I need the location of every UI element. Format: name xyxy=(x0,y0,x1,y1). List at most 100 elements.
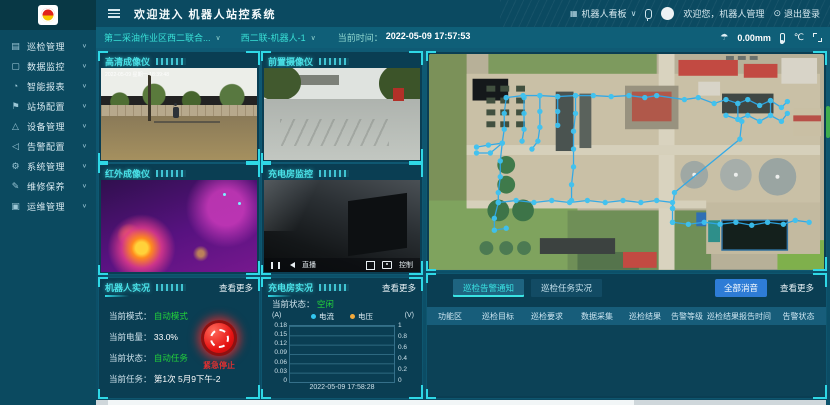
sidebar-item-label: 系统管理 xyxy=(27,160,65,173)
sidebar-item-label: 数据监控 xyxy=(27,60,65,73)
hd-camera-feed[interactable]: 2022-05-09 星期一 18:39:48 xyxy=(101,68,257,160)
sidebar-item-alarm-config[interactable]: ◁ 告警配置 ∨ xyxy=(0,136,96,156)
aerial-map[interactable] xyxy=(429,54,824,270)
panel-facility-map xyxy=(427,52,826,270)
current-time: 当前时间： 2022-05-09 17:57:53 xyxy=(338,31,471,44)
video-fullscreen-icon[interactable] xyxy=(366,261,375,270)
horizontal-scrollbar-thumb[interactable] xyxy=(108,400,634,405)
pause-icon[interactable] xyxy=(271,262,280,269)
charge-room-camera-feed[interactable]: 直播 控制 xyxy=(264,180,420,272)
chevron-down-icon: ∨ xyxy=(82,83,87,89)
sidebar-item-device-management[interactable]: △ 设备管理 ∨ xyxy=(0,116,96,136)
fullscreen-icon[interactable] xyxy=(813,33,822,42)
chevron-down-icon: ∨ xyxy=(631,9,637,18)
alarm-icon: ◁ xyxy=(10,141,21,152)
front-camera-feed[interactable] xyxy=(264,68,420,160)
temperature-unit: ℃ xyxy=(794,32,804,43)
task-label: 当前任务： xyxy=(109,374,152,384)
right-axis-ticks: 10.8 0.60.4 0.20 xyxy=(396,322,418,384)
wrench-icon: ✎ xyxy=(10,181,21,192)
welcome-text: 欢迎您，机器人管理 xyxy=(683,7,764,20)
panel-title: 机器人实况 xyxy=(105,281,150,294)
legend-voltage[interactable]: 电压 xyxy=(350,311,373,322)
charge-state-value: 空闲 xyxy=(317,299,334,309)
chevron-down-icon: ∨ xyxy=(82,143,87,149)
sidebar-item-system-management[interactable]: ⚙ 系统管理 ∨ xyxy=(0,156,96,176)
infrared-camera-feed[interactable] xyxy=(101,180,257,272)
panel-title: 高清成像仪 xyxy=(105,55,150,68)
barcode-decoration xyxy=(156,58,186,65)
chart-legend: 电流 电压 xyxy=(262,311,422,322)
sidebar-item-data-monitoring[interactable]: ▢ 数据监控 ∨ xyxy=(0,56,96,76)
estop-arrows-icon xyxy=(210,329,229,348)
emergency-stop-button[interactable]: 紧急停止 xyxy=(193,320,245,371)
speaker-muted-icon[interactable] xyxy=(287,262,295,268)
chart-x-axis-label: 2022-05-09 17:58:28 xyxy=(262,384,422,391)
barcode-decoration xyxy=(319,284,349,291)
charge-state-row: 当前状态： 空闲 xyxy=(272,298,334,310)
chevron-down-icon: ∨ xyxy=(82,163,87,169)
voltage-dot-icon xyxy=(350,314,355,319)
panel-title: 红外成像仪 xyxy=(105,167,150,180)
sidebar-item-label: 告警配置 xyxy=(27,140,65,153)
battery-label: 当前电量： xyxy=(109,332,152,342)
sidebar-item-label: 设备管理 xyxy=(27,120,65,133)
sidebar-menu: ▤ 巡检管理 ∨ ▢ 数据监控 ∨ ◔ 智能报表 ∨ ⚑ 站场配置 ∨ △ 设备… xyxy=(0,30,96,216)
tab-task-live[interactable]: 巡检任务实况 xyxy=(531,279,602,297)
thermometer-icon xyxy=(780,33,785,43)
fire-cabinet xyxy=(393,88,404,101)
area-select[interactable]: 第二采油作业区西二联合... ∨ xyxy=(104,31,221,44)
logout-button[interactable]: ⊙ 退出登录 xyxy=(773,7,820,20)
sidebar-item-smart-reports[interactable]: ◔ 智能报表 ∨ xyxy=(0,76,96,96)
device-icon: △ xyxy=(10,121,21,132)
panel-title: 充电房监控 xyxy=(268,167,313,180)
charge-state-label: 当前状态： xyxy=(272,299,315,309)
col-result: 巡检结果 xyxy=(623,311,667,322)
kanban-label: 机器人看板 xyxy=(582,7,627,20)
chevron-down-icon: ∨ xyxy=(82,63,87,69)
battery-value: 33.0% xyxy=(154,332,178,342)
charge-chart-plot-area xyxy=(289,325,395,383)
main-content: 高清成像仪 2022-05-09 星期一 18:39:48 前置摄像仪 xyxy=(96,48,830,400)
mic-icon[interactable] xyxy=(645,9,652,19)
gear-icon: ⚙ xyxy=(10,161,21,172)
robot-kanban-dropdown[interactable]: ▦ 机器人看板 ∨ xyxy=(570,7,636,20)
barcode-decoration xyxy=(156,284,186,291)
barcode-decoration xyxy=(319,170,349,177)
sidebar-item-maintenance[interactable]: ✎ 维修保养 ∨ xyxy=(0,176,96,196)
camera-timestamp-overlay: 2022-05-09 星期一 18:39:48 xyxy=(105,70,169,78)
alarm-more-link[interactable]: 查看更多 xyxy=(780,282,814,294)
col-function-area: 功能区 xyxy=(427,311,473,322)
sidebar-item-ops-management[interactable]: ▣ 运维管理 ∨ xyxy=(0,196,96,216)
robot-task-row: 当前任务： 第1次 5月9下午-2 xyxy=(109,373,221,385)
chevron-down-icon: ∨ xyxy=(216,34,221,42)
sidebar-item-label: 维修保养 xyxy=(27,180,65,193)
col-requirement: 巡检要求 xyxy=(523,311,571,322)
sidebar-item-label: 站场配置 xyxy=(27,100,65,113)
monitor-icon: ▢ xyxy=(10,61,21,72)
panel-charge-room-camera: 充电房监控 直播 控制 xyxy=(262,164,422,274)
menu-collapse-icon[interactable] xyxy=(108,9,120,18)
rainfall-value: 0.00mm xyxy=(737,33,771,43)
panel-charge-status: 充电房实况 查看更多 当前状态： 空闲 (A) 电流 电压 (V) 0.180.… xyxy=(262,278,422,398)
horizontal-scrollbar[interactable] xyxy=(96,400,826,405)
robot-select[interactable]: 西二联-机器人-1 ∨ xyxy=(241,31,316,44)
legend-current[interactable]: 电流 xyxy=(311,311,334,322)
chevron-down-icon: ∨ xyxy=(311,34,316,42)
app-title: 欢迎进入 机器人站控系统 xyxy=(134,6,276,22)
mute-all-button[interactable]: 全部消音 xyxy=(715,279,767,297)
chevron-down-icon: ∨ xyxy=(82,123,87,129)
tab-alarm-notifications[interactable]: 巡检告警通知 xyxy=(453,279,524,297)
vertical-scrollbar-thumb[interactable] xyxy=(826,106,830,138)
snapshot-icon[interactable] xyxy=(382,261,392,269)
sidebar-item-label: 运维管理 xyxy=(27,200,65,213)
col-alarm-level: 告警等级 xyxy=(667,311,707,322)
panel-inspection-alarms: 巡检告警通知 巡检任务实况 全部消音 查看更多 功能区 巡检目标 巡检要求 数据… xyxy=(427,274,826,398)
sidebar-item-inspection-management[interactable]: ▤ 巡检管理 ∨ xyxy=(0,36,96,56)
avatar[interactable] xyxy=(661,7,674,20)
chevron-down-icon: ∨ xyxy=(82,183,87,189)
sidebar-item-station-config[interactable]: ⚑ 站场配置 ∨ xyxy=(0,96,96,116)
toolbar: 第二采油作业区西二联合... ∨ 西二联-机器人-1 ∨ 当前时间： 2022-… xyxy=(96,27,830,48)
ops-icon: ▣ xyxy=(10,201,21,212)
logo-area xyxy=(0,0,96,30)
